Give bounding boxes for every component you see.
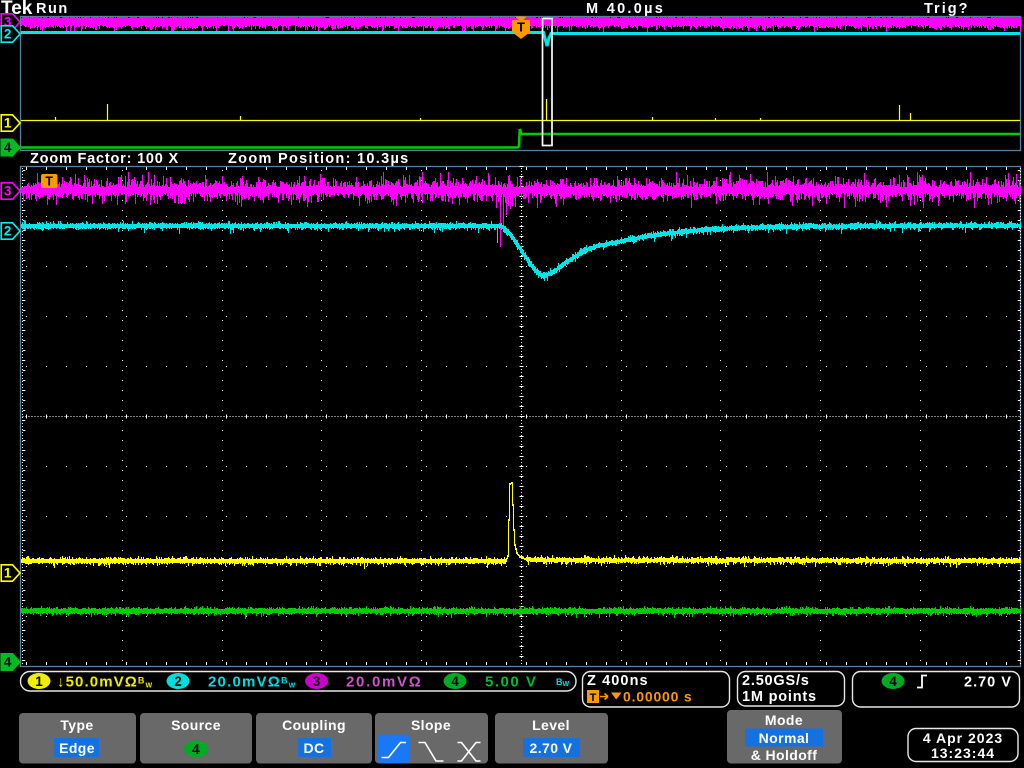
svg-text:20.0mVΩ: 20.0mVΩ — [346, 674, 422, 691]
svg-text:1: 1 — [35, 674, 43, 689]
svg-text:Coupling: Coupling — [282, 717, 346, 733]
svg-text:5.00 V: 5.00 V — [485, 674, 537, 691]
svg-text:4: 4 — [4, 655, 12, 670]
svg-text:Source: Source — [171, 717, 221, 733]
svg-text:0.00000 s: 0.00000 s — [623, 689, 692, 705]
svg-text:Z 400ns: Z 400ns — [587, 673, 649, 689]
svg-text:Slope: Slope — [411, 717, 451, 733]
svg-text:T: T — [45, 175, 53, 189]
svg-text:DC: DC — [303, 740, 324, 756]
svg-text:3: 3 — [4, 184, 12, 199]
svg-text:1: 1 — [4, 566, 12, 581]
svg-text:Zoom Position: 10.3µs: Zoom Position: 10.3µs — [228, 151, 409, 167]
svg-text:4: 4 — [4, 140, 12, 155]
svg-text:4: 4 — [889, 674, 897, 689]
svg-text:Level: Level — [532, 717, 570, 733]
svg-text:13:23:44: 13:23:44 — [931, 745, 995, 761]
svg-text:2.50GS/s: 2.50GS/s — [742, 673, 810, 689]
svg-text:Normal: Normal — [759, 730, 810, 746]
svg-text:2: 2 — [4, 27, 12, 42]
svg-text:Trig?: Trig? — [924, 1, 969, 17]
svg-text:2: 2 — [174, 674, 182, 689]
svg-text:1M points: 1M points — [742, 689, 817, 705]
svg-text:2.70 V: 2.70 V — [530, 740, 573, 756]
svg-text:2: 2 — [4, 224, 12, 239]
svg-text:Zoom Factor: 100 X: Zoom Factor: 100 X — [30, 151, 179, 167]
svg-text:Type: Type — [60, 717, 93, 733]
svg-text:4: 4 — [451, 674, 459, 689]
svg-text:Mode: Mode — [765, 712, 803, 728]
svg-text:4: 4 — [192, 741, 200, 757]
svg-text:1: 1 — [4, 116, 12, 131]
svg-text:M 40.0µs: M 40.0µs — [586, 1, 665, 17]
svg-text:3: 3 — [313, 674, 321, 689]
svg-text:Run: Run — [36, 1, 69, 17]
svg-text:& Holdoff: & Holdoff — [751, 747, 818, 763]
svg-text:T: T — [590, 692, 597, 704]
svg-text:T: T — [517, 20, 525, 35]
svg-text:Edge: Edge — [59, 740, 95, 756]
svg-text:4 Apr 2023: 4 Apr 2023 — [923, 730, 1003, 746]
svg-text:2.70 V: 2.70 V — [964, 675, 1012, 691]
